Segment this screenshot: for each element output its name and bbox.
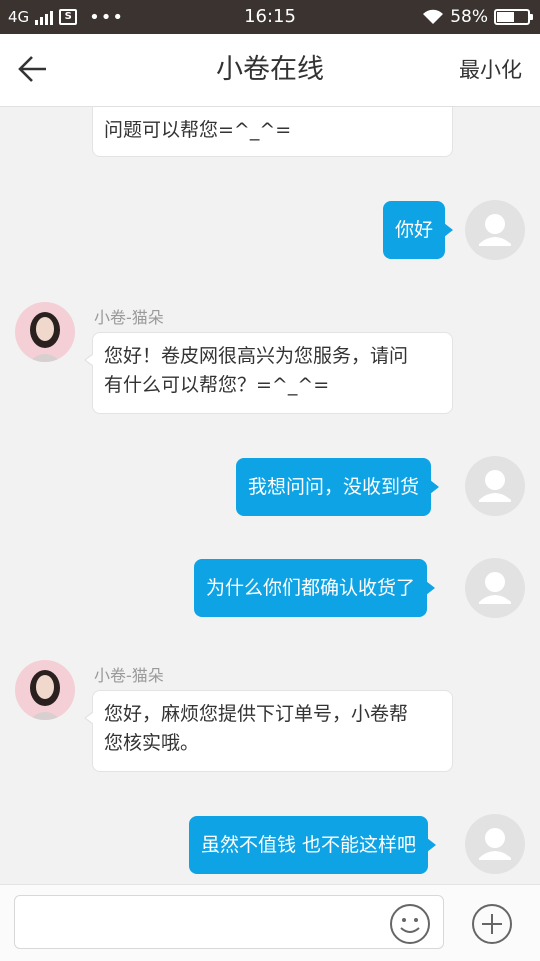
- user-message: 你好: [383, 201, 454, 259]
- input-bar: [0, 884, 540, 961]
- default-user-icon: [479, 828, 511, 860]
- message-text: 我想问问，没收到货: [248, 475, 420, 498]
- minimize-button[interactable]: 最小化: [459, 34, 522, 106]
- message-text: 虽然不值钱 也不能这样吧: [201, 833, 417, 856]
- message-line: 您核实哦。: [104, 732, 200, 754]
- default-user-icon: [479, 470, 511, 502]
- message-line: 您好！卷皮网很高兴为您服务，请问: [104, 345, 409, 367]
- message-input[interactable]: [14, 895, 444, 949]
- message-text: 为什么你们都确认收货了: [206, 576, 416, 599]
- message-line: 您好，麻烦您提供下订单号，小卷帮: [104, 703, 409, 725]
- user-message: 虽然不值钱 也不能这样吧: [189, 816, 437, 874]
- default-user-icon: [479, 214, 511, 246]
- chat-list[interactable]: 问题可以帮您=^_^= 你好 小卷-猫朵 您好！卷皮网很高兴为您服务，请问 有什…: [0, 107, 540, 883]
- header: 小卷在线 最小化: [0, 34, 540, 107]
- plus-circle-icon[interactable]: [470, 902, 514, 946]
- message-text: 你好: [395, 218, 434, 241]
- agent-portrait-icon: [29, 670, 61, 720]
- user-message: 为什么你们都确认收货了: [194, 559, 436, 617]
- wifi-icon: [423, 9, 444, 24]
- battery-percent: 58%: [450, 7, 488, 27]
- message-line: 有什么可以帮您？=^_^=: [104, 374, 330, 396]
- agent-avatar[interactable]: [15, 302, 75, 362]
- battery-icon: [494, 9, 533, 25]
- user-avatar[interactable]: [465, 200, 525, 260]
- user-avatar[interactable]: [465, 456, 525, 516]
- agent-message: 您好！卷皮网很高兴为您服务，请问 有什么可以帮您？=^_^=: [84, 332, 453, 414]
- battery-level: [497, 12, 515, 22]
- user-message: 我想问问，没收到货: [236, 458, 440, 516]
- status-right: 58%: [422, 0, 533, 34]
- smiley-icon[interactable]: [388, 902, 432, 946]
- default-user-icon: [479, 572, 511, 604]
- user-avatar[interactable]: [465, 558, 525, 618]
- user-avatar[interactable]: [465, 814, 525, 874]
- agent-name: 小卷-猫朵: [94, 666, 164, 685]
- agent-portrait-icon: [29, 312, 61, 362]
- agent-name: 小卷-猫朵: [94, 308, 164, 327]
- agent-avatar[interactable]: [15, 660, 75, 720]
- message-text: 问题可以帮您=^_^=: [104, 119, 292, 141]
- agent-message: 您好，麻烦您提供下订单号，小卷帮 您核实哦。: [84, 690, 453, 772]
- agent-message: 问题可以帮您=^_^=: [92, 107, 453, 157]
- status-bar: 4G S ••• 16:15 58%: [0, 0, 540, 34]
